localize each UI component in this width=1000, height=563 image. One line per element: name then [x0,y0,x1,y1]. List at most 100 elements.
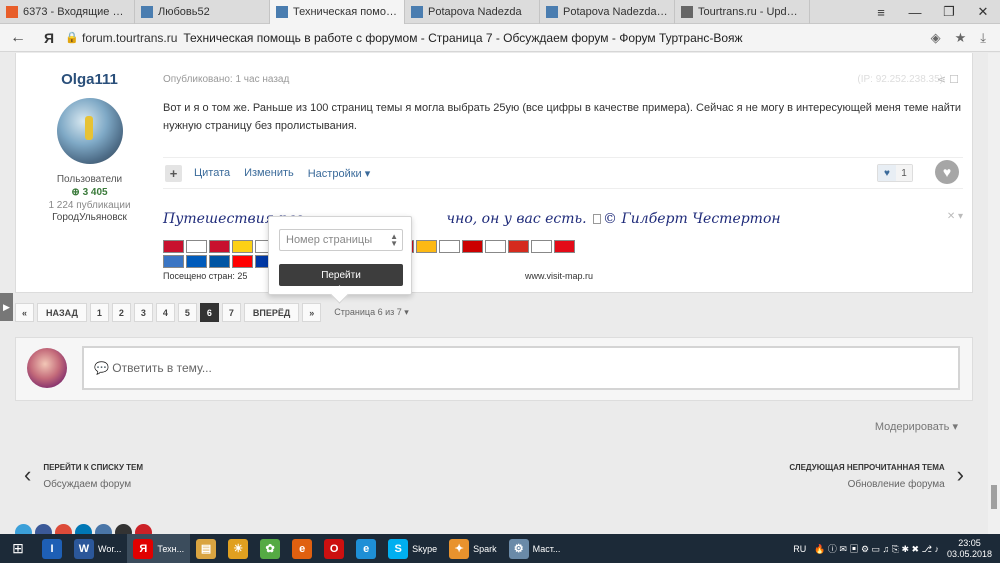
social-share-icon[interactable] [35,524,52,534]
edit-button[interactable]: Изменить [244,167,294,179]
moderate-menu[interactable]: Модерировать ▾ [875,420,958,433]
multiquote-button[interactable]: + [165,164,182,182]
tab-favicon-icon [141,6,153,18]
taskbar-app[interactable]: S Skype [382,534,443,563]
app-icon: ⚙ [508,538,529,559]
prev-page-button[interactable]: НАЗАД [37,303,87,322]
post-meta[interactable]: Опубликовано: 1 час назад [163,74,289,85]
country-flag-icon [439,240,460,253]
taskbar-app[interactable]: ✦ Spark [443,534,503,563]
browser-tab[interactable]: Potapova Nadezda - Фор [540,0,675,24]
stepper-arrows-icon[interactable]: ▲ ▼ [390,233,398,248]
chevron-left-icon: ‹ [24,462,32,487]
page-info-dropdown[interactable]: Страница 6 из 7 ▾ [334,307,409,318]
page-number-button[interactable]: 2 [111,303,131,322]
taskbar-app[interactable]: e [350,534,382,563]
forum-post: Olga111 Пользователи ⊕ 3 405 1 224 публи… [15,53,973,293]
taskbar-app[interactable]: ☀ [222,534,254,563]
browser-tab[interactable]: 6373 - Входящие — Янде [0,0,135,24]
browser-tab[interactable]: Техническая помощь в [270,0,405,24]
tray-icons[interactable]: 🔥 ⓘ ✉ ▣ ⚙ ▭ ♫ ⎘ ✱ ✖ ⎇ ♪ [814,542,939,555]
page-content: Olga111 Пользователи ⊕ 3 405 1 224 публи… [0,53,1000,534]
browser-tab-bar: 6373 - Входящие — Янде Любовь52 Техническа… [0,0,1000,24]
bookmark-star-icon[interactable]: ★ [955,30,967,46]
app-icon: S [388,538,409,559]
restore-icon[interactable]: ❐ [932,0,966,24]
taskbar-app[interactable]: I [36,534,68,563]
go-to-page-button[interactable]: Перейти [279,264,403,286]
social-share-icon[interactable] [135,524,152,534]
taskbar-app[interactable]: Я Техн... [127,534,191,563]
side-panel-toggle-icon[interactable]: ▶ [0,293,13,321]
visit-map-link[interactable]: www.visit-map.ru [525,271,593,281]
taskbar-app[interactable]: ⚙ Маст... [503,534,567,563]
language-indicator[interactable]: RU [793,544,806,554]
heart-icon: ♥ [878,165,896,181]
author-reputation: ⊕ 3 405 [71,187,108,198]
like-button-heart-icon[interactable]: ♥ [935,160,959,184]
caret-down-icon: ▾ [364,167,371,180]
protect-icon[interactable]: ◈ [931,30,941,46]
page-number-button[interactable]: 1 [89,303,109,322]
taskbar-app[interactable]: ✿ [254,534,286,563]
address-actions: ◈ ★ ⤓ [931,30,1000,46]
page-number-input[interactable]: Номер страницы ▲ ▼ [279,229,403,251]
social-share-icon[interactable] [115,524,132,534]
taskbar-app[interactable]: W Wor... [68,534,127,563]
signature-hide-icon[interactable]: ✕ ▾ [947,211,963,222]
browser-tab[interactable]: Potapova Nadezda [405,0,540,24]
country-flag-icon [554,240,575,253]
page-number-button[interactable]: 6 [199,303,219,322]
browser-tab[interactable]: Любовь52 [135,0,270,24]
taskbar-app[interactable]: e [286,534,318,563]
clock[interactable]: 23:05 03.05.2018 [947,538,992,560]
app-icon: O [324,538,345,559]
reply-input[interactable]: 💬 Ответить в тему... [82,346,960,390]
address-domain[interactable]: forum.tourtrans.ru [82,31,177,45]
next-page-button[interactable]: ВПЕРЁД [243,303,300,322]
back-to-topics-link[interactable]: ‹ ПЕРЕЙТИ К СПИСКУ ТЕМ Обсуждаем форум [24,460,143,490]
page-scrollbar[interactable] [988,53,1000,534]
reaction-count[interactable]: ♥ 1 [877,164,913,182]
yandex-logo-icon[interactable]: Я [36,30,62,46]
first-page-button[interactable]: « [15,303,34,322]
browser-tab[interactable]: Tourtrans.ru - Update Tou [675,0,810,24]
tab-label: Potapova Nadezda - Фор [563,6,668,18]
taskbar-app[interactable]: ▤ [190,534,222,563]
address-page-title[interactable]: Техническая помощь в работе с форумом - … [183,31,742,45]
back-arrow-icon[interactable]: ← [0,29,36,47]
page-number-button[interactable]: 7 [221,303,241,322]
page-number-button[interactable]: 4 [155,303,175,322]
social-share-icon[interactable] [95,524,112,534]
author-avatar[interactable] [56,98,123,164]
app-icon: e [356,538,377,559]
app-icon: e [292,538,313,559]
scrollbar-thumb[interactable] [991,485,997,509]
menu-icon[interactable]: ≡ [864,0,898,24]
last-page-button[interactable]: » [302,303,322,322]
downloads-icon[interactable]: ⤓ [980,30,986,46]
app-icon: W [74,538,94,559]
page-number-button[interactable]: 5 [177,303,197,322]
pagination: « НАЗАД 1234567 ВПЕРЁД » Страница 6 из 7… [15,303,409,322]
share-icon[interactable]: ⋖ ☐ [937,73,959,86]
minimize-icon[interactable]: — [898,0,932,24]
close-icon[interactable]: ✕ [966,0,1000,24]
user-avatar[interactable] [27,348,67,388]
site-info-icon[interactable]: 🔒 [62,31,82,44]
post-actions: + Цитата Изменить Настройки ▾ ♥ 1 ♥ [163,157,963,189]
settings-menu[interactable]: Настройки ▾ [308,167,371,180]
quote-button[interactable]: Цитата [194,167,230,179]
country-flag-icon [186,255,207,268]
taskbar-app[interactable]: O [318,534,350,563]
social-share-icon[interactable] [55,524,72,534]
next-unread-topic-link[interactable]: СЛЕДУЮЩАЯ НЕПРОЧИТАННАЯ ТЕМА Обновление … [789,460,964,490]
social-share-icon[interactable] [75,524,92,534]
social-share-icon[interactable] [15,524,32,534]
windows-taskbar: ⊞ I W Wor... Я Техн... ▤ ☀ ✿ e Oe S Skype ✦ Spark ⚙ Мас… [0,534,1000,563]
author-city: ГородУльяновск [52,212,127,223]
author-name[interactable]: Olga111 [16,71,163,88]
windows-start-icon[interactable]: ⊞ [0,534,36,563]
app-icon: ☀ [228,538,249,559]
page-number-button[interactable]: 3 [133,303,153,322]
